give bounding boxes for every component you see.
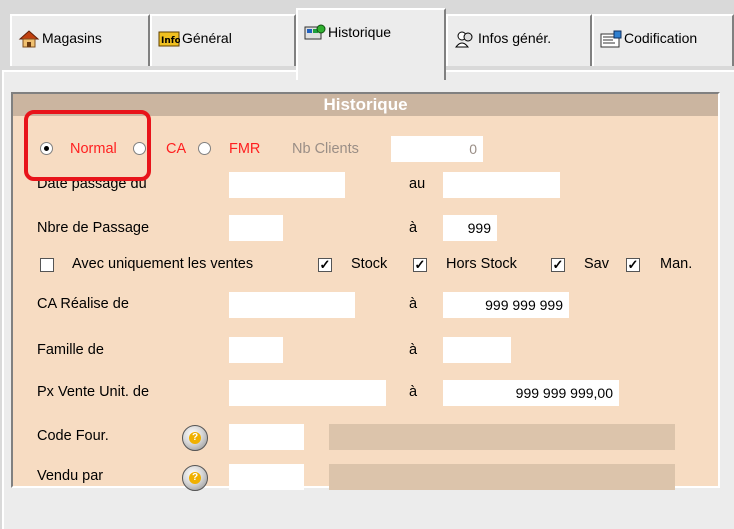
nbre-to-field[interactable]: 999 xyxy=(443,215,497,241)
date-sep: au xyxy=(409,176,426,192)
px-sep: à xyxy=(409,384,418,400)
tab-label: Infos génér. xyxy=(478,30,552,46)
people-icon xyxy=(454,30,476,48)
tab-codification[interactable]: Codification xyxy=(592,14,734,66)
nbre-passage-label: Nbre de Passage xyxy=(37,220,150,236)
tab-strip: Magasins Info Général Historique Infos g… xyxy=(0,0,734,80)
help-icon: ? xyxy=(191,432,199,443)
vendu-par-label: Vendu par xyxy=(37,468,104,484)
info-icon: Info xyxy=(158,30,181,48)
highlight-box xyxy=(24,110,151,181)
ca-from-field[interactable] xyxy=(229,292,355,318)
tab-label: Codification xyxy=(624,30,698,46)
px-to-field[interactable]: 999 999 999,00 xyxy=(443,380,619,406)
man-checkbox[interactable]: ✓ xyxy=(626,258,640,272)
ca-to-field[interactable]: 999 999 999 xyxy=(443,292,569,318)
code-four-label: Code Four. xyxy=(37,428,109,444)
avec-ventes-checkbox[interactable] xyxy=(40,258,54,272)
tab-label: Général xyxy=(182,30,232,46)
famille-to-field[interactable] xyxy=(443,337,511,363)
stock-label: Stock xyxy=(351,256,388,272)
tab-infos-generales[interactable]: Infos génér. xyxy=(446,14,592,66)
man-label: Man. xyxy=(660,256,693,272)
vendu-par-name-field xyxy=(329,464,675,490)
tab-label: Magasins xyxy=(42,30,102,46)
sav-label: Sav xyxy=(584,256,609,272)
tab-label: Historique xyxy=(328,24,392,40)
date-from-field[interactable] xyxy=(229,172,345,198)
tab-general[interactable]: Info Général xyxy=(150,14,296,66)
vendu-par-field[interactable] xyxy=(229,464,304,490)
radio-ca-label: CA xyxy=(166,141,187,157)
nbre-sep: à xyxy=(409,220,418,236)
code-four-field[interactable] xyxy=(229,424,304,450)
radio-fmr-label: FMR xyxy=(229,141,261,157)
famille-from-field[interactable] xyxy=(229,337,283,363)
famille-sep: à xyxy=(409,342,418,358)
avec-ventes-label: Avec uniquement les ventes xyxy=(72,256,254,272)
history-icon xyxy=(304,24,326,42)
radio-fmr[interactable] xyxy=(198,142,211,155)
px-from-field[interactable] xyxy=(229,380,386,406)
nb-clients-field: 0 xyxy=(391,136,483,162)
vendu-par-help-button[interactable]: ? xyxy=(182,465,208,491)
hors-stock-checkbox[interactable]: ✓ xyxy=(413,258,427,272)
px-vente-label: Px Vente Unit. de xyxy=(37,384,150,400)
hors-stock-label: Hors Stock xyxy=(446,256,517,272)
nbre-from-field[interactable] xyxy=(229,215,283,241)
sav-checkbox[interactable]: ✓ xyxy=(551,258,565,272)
help-icon: ? xyxy=(191,472,199,483)
code-four-help-button[interactable]: ? xyxy=(182,425,208,451)
tab-magasins[interactable]: Magasins xyxy=(10,14,150,66)
svg-text:Info: Info xyxy=(161,36,180,46)
house-icon xyxy=(18,30,40,48)
code-four-name-field xyxy=(329,424,675,450)
ca-realise-label: CA Réalise de xyxy=(37,296,129,312)
date-to-field[interactable] xyxy=(443,172,560,198)
barcode-icon xyxy=(600,30,622,48)
ca-sep: à xyxy=(409,296,418,312)
tab-historique[interactable]: Historique xyxy=(296,8,446,80)
famille-label: Famille de xyxy=(37,342,104,358)
nb-clients-label: Nb Clients xyxy=(292,141,359,157)
stock-checkbox[interactable]: ✓ xyxy=(318,258,332,272)
